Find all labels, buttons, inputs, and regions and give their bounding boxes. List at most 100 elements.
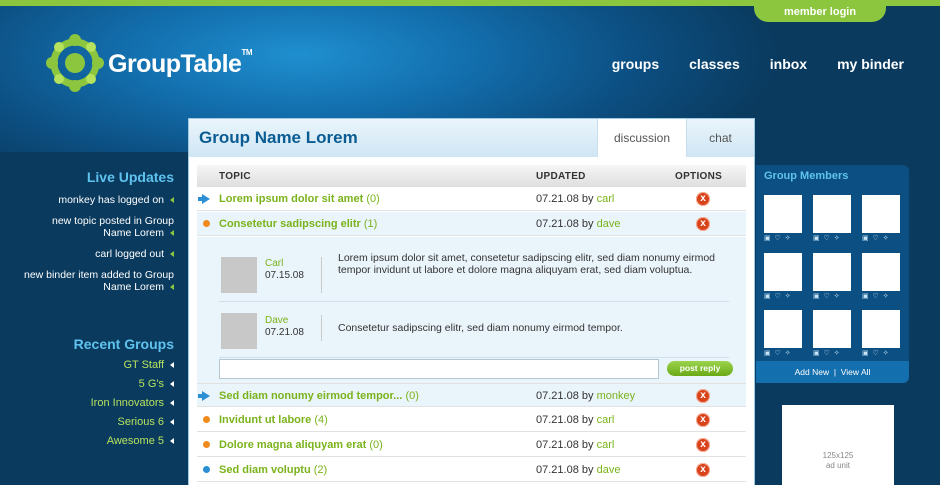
divider	[219, 357, 729, 358]
update-item: new topic posted in Group Name Lorem	[52, 215, 174, 239]
left-sidebar: Live Updates monkey has logged on new to…	[0, 152, 180, 485]
member-actions-icon[interactable]: ▣ ♡ ✧	[862, 292, 890, 300]
post-reply-button[interactable]: post reply	[667, 361, 733, 376]
member-actions-icon[interactable]: ▣ ♡ ✧	[813, 292, 841, 300]
reply-text: Lorem ipsum dolor sit amet, consetetur s…	[338, 252, 716, 276]
delete-icon[interactable]: x	[696, 217, 710, 231]
update-item: new binder item added to Group Name Lore…	[24, 269, 175, 293]
topic-link[interactable]: Sed diam voluptu (2)	[219, 464, 327, 476]
avatar	[221, 257, 257, 293]
tab-discussion[interactable]: discussion	[597, 119, 687, 157]
member-actions-icon[interactable]: ▣ ♡ ✧	[764, 234, 792, 242]
arrow-left-icon	[170, 284, 174, 291]
user-link[interactable]: carl	[597, 414, 615, 426]
column-topic[interactable]: TOPIC	[219, 171, 251, 182]
member-avatar[interactable]	[862, 195, 900, 233]
topic-link[interactable]: Dolore magna aliquyam erat (0)	[219, 439, 383, 451]
reply-author[interactable]: Dave	[265, 315, 288, 326]
group-panel: Group Name Lorem discussion chat TOPIC U…	[188, 118, 755, 485]
recent-group-link[interactable]: Iron Innovators	[91, 397, 174, 409]
divider	[321, 315, 322, 341]
topic-row[interactable]: Dolore magna aliquyam erat (0) 07.21.08 …	[197, 433, 746, 457]
member-actions-icon[interactable]: ▣ ♡ ✧	[764, 349, 792, 357]
arrow-left-icon	[170, 381, 174, 388]
member-avatar[interactable]	[764, 195, 802, 233]
delete-icon[interactable]: x	[696, 389, 710, 403]
updated-cell: 07.21.08 by carl	[536, 193, 615, 205]
member-avatar[interactable]	[764, 310, 802, 348]
logo-text: GroupTableTM	[108, 48, 252, 78]
member-actions-icon[interactable]: ▣ ♡ ✧	[862, 234, 890, 242]
member-actions-icon[interactable]: ▣ ♡ ✧	[813, 349, 841, 357]
delete-icon[interactable]: x	[696, 463, 710, 477]
updated-cell: 07.21.08 by monkey	[536, 390, 636, 402]
arrow-right-icon	[198, 194, 210, 204]
user-link[interactable]: carl	[597, 193, 615, 205]
member-actions-icon[interactable]: ▣ ♡ ✧	[813, 234, 841, 242]
user-link[interactable]: carl	[597, 439, 615, 451]
reply-author[interactable]: Carl	[265, 258, 283, 269]
topic-row[interactable]: Consetetur sadipscing elitr (1) 07.21.08…	[197, 212, 746, 236]
delete-icon[interactable]: x	[696, 438, 710, 452]
topic-row[interactable]: Lorem ipsum dolor sit amet (0) 07.21.08 …	[197, 187, 746, 211]
table-header: TOPIC UPDATED OPTIONS	[197, 165, 746, 187]
topic-link[interactable]: Invidunt ut labore (4)	[219, 414, 328, 426]
member-avatar[interactable]	[813, 310, 851, 348]
updated-cell: 07.21.08 by dave	[536, 218, 621, 230]
tab-chat[interactable]: chat	[687, 119, 754, 157]
group-members-panel: Group Members ▣ ♡ ✧ ▣ ♡ ✧ ▣ ♡ ✧ ▣ ♡ ✧ ▣ …	[756, 165, 909, 383]
ad-unit[interactable]: 125x125 ad unit	[782, 405, 894, 485]
user-link[interactable]: dave	[597, 464, 621, 476]
member-avatar[interactable]	[764, 253, 802, 291]
dot-icon	[203, 416, 210, 423]
topic-link[interactable]: Sed diam nonumy eirmod tempor... (0)	[219, 390, 419, 402]
dot-icon	[203, 441, 210, 448]
arrow-left-icon	[170, 251, 174, 258]
recent-group-link[interactable]: Serious 6	[118, 416, 174, 428]
nav-classes[interactable]: classes	[689, 56, 740, 72]
arrow-left-icon	[170, 197, 174, 204]
group-title: Group Name Lorem	[199, 128, 358, 147]
column-options: OPTIONS	[675, 171, 723, 182]
divider	[321, 257, 322, 293]
main-nav: groups classes inbox my binder	[582, 56, 904, 72]
user-link[interactable]: dave	[597, 218, 621, 230]
member-login-button[interactable]: member login	[754, 0, 886, 22]
recent-group-link[interactable]: 5 G's	[139, 378, 174, 390]
updated-cell: 07.21.08 by carl	[536, 439, 615, 451]
separator: |	[833, 367, 837, 377]
dot-icon	[203, 466, 210, 473]
nav-my-binder[interactable]: my binder	[837, 56, 904, 72]
member-avatar[interactable]	[813, 195, 851, 233]
arrow-left-icon	[170, 438, 174, 445]
arrow-left-icon	[170, 230, 174, 237]
ad-size: 125x125	[822, 451, 854, 460]
add-new-link[interactable]: Add New	[795, 367, 830, 377]
column-updated[interactable]: UPDATED	[536, 171, 586, 182]
recent-group-link[interactable]: GT Staff	[123, 359, 174, 371]
topic-row[interactable]: Sed diam nonumy eirmod tempor... (0) 07.…	[197, 383, 746, 407]
member-actions-icon[interactable]: ▣ ♡ ✧	[862, 349, 890, 357]
thread-expanded: Carl 07.15.08 Lorem ipsum dolor sit amet…	[197, 237, 746, 407]
member-avatar[interactable]	[813, 253, 851, 291]
nav-inbox[interactable]: inbox	[770, 56, 807, 72]
avatar	[221, 313, 257, 349]
view-all-link[interactable]: View All	[841, 367, 871, 377]
topic-row[interactable]: Invidunt ut labore (4) 07.21.08 by carl …	[197, 408, 746, 432]
delete-icon[interactable]: x	[696, 192, 710, 206]
group-members-title: Group Members	[764, 170, 849, 182]
trademark: TM	[241, 48, 252, 57]
topic-link[interactable]: Lorem ipsum dolor sit amet (0)	[219, 193, 380, 205]
topic-link[interactable]: Consetetur sadipscing elitr (1)	[219, 218, 377, 230]
nav-groups[interactable]: groups	[612, 56, 659, 72]
user-link[interactable]: monkey	[597, 390, 636, 402]
arrow-right-icon	[198, 391, 210, 401]
member-actions-icon[interactable]: ▣ ♡ ✧	[764, 292, 792, 300]
delete-icon[interactable]: x	[696, 413, 710, 427]
topic-row[interactable]: Sed diam voluptu (2) 07.21.08 by dave x	[197, 458, 746, 482]
member-avatar[interactable]	[862, 253, 900, 291]
reply-input[interactable]	[219, 359, 659, 379]
logo-icon	[46, 34, 104, 92]
recent-group-link[interactable]: Awesome 5	[107, 435, 174, 447]
member-avatar[interactable]	[862, 310, 900, 348]
